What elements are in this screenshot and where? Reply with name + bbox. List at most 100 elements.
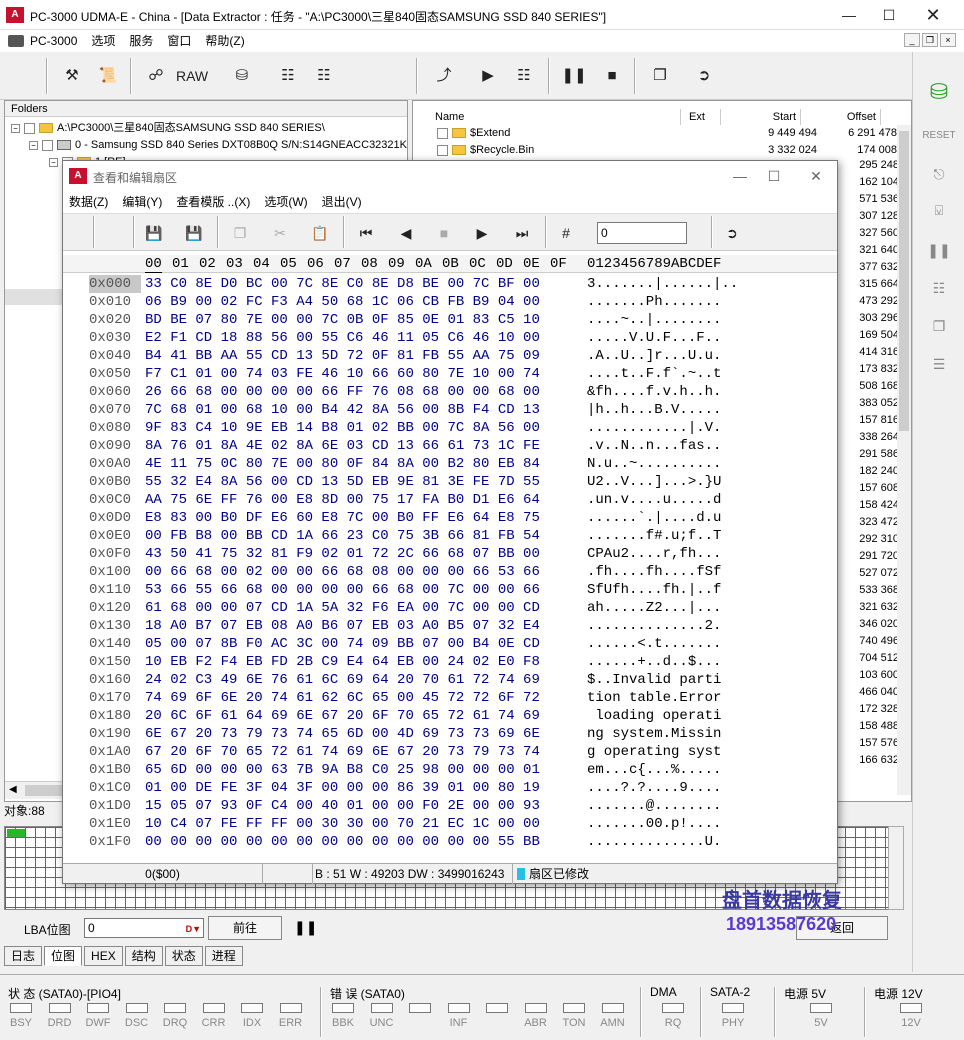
hex-row[interactable]: 0x0D0 E8 83 00 B0 DF E6 60 E8 7C 00 B0 FF…: [63, 509, 837, 527]
hex-bytes[interactable]: 06 B9 00 02 FC F3 A4 50 68 1C 06 CB FB B…: [145, 293, 540, 311]
hex-bytes[interactable]: 53 66 55 66 68 00 00 00 00 66 68 00 7C 0…: [145, 581, 540, 599]
hex-ascii[interactable]: .un.v....u.....d: [587, 491, 721, 509]
tab-structure[interactable]: 结构: [124, 946, 163, 966]
hex-bytes[interactable]: 6E 67 20 73 79 73 74 65 6D 00 4D 69 73 7…: [145, 725, 540, 743]
collapse-icon[interactable]: −: [11, 123, 20, 133]
hex-bytes[interactable]: 65 6D 00 00 00 63 7B 9A B8 C0 25 98 00 0…: [145, 761, 540, 779]
hex-row[interactable]: 0x0E0 00 FB B8 00 BB CD 1A 66 23 C0 75 3B…: [63, 527, 837, 545]
tree-structure-icon[interactable]: ☷: [274, 62, 302, 90]
save-sector-icon[interactable]: 💾: [141, 220, 167, 246]
hex-ascii[interactable]: ....~..|........: [587, 311, 721, 329]
exit-icon[interactable]: ➲: [690, 62, 718, 90]
hex-bytes[interactable]: 61 68 00 00 07 CD 1A 5A 32 F6 EA 00 7C 0…: [145, 599, 540, 617]
hex-ascii[interactable]: |h..h...B.V.....: [587, 401, 721, 419]
save-file-icon[interactable]: 💾: [181, 220, 207, 246]
first-sector-icon[interactable]: ⏮: [353, 220, 379, 246]
bars-icon[interactable]: ☰: [921, 350, 957, 378]
hex-bytes[interactable]: 00 66 68 00 02 00 00 66 68 08 00 00 00 6…: [145, 563, 540, 581]
tab-hex[interactable]: HEX: [84, 946, 123, 966]
play-icon[interactable]: ▶: [474, 62, 502, 90]
hex-ascii[interactable]: ng system.Missin: [587, 725, 721, 743]
hex-bytes[interactable]: 00 00 00 00 00 00 00 00 00 00 00 00 00 0…: [145, 833, 540, 851]
hex-bytes[interactable]: 18 A0 B7 07 EB 08 A0 B6 07 EB 03 A0 B5 0…: [145, 617, 540, 635]
copy-icon[interactable]: ❐: [921, 312, 957, 340]
hex-bytes[interactable]: 8A 76 01 8A 4E 02 8A 6E 03 CD 13 66 61 7…: [145, 437, 540, 455]
script-icon[interactable]: 📜: [94, 62, 122, 90]
hex-row[interactable]: 0x100 00 66 68 00 02 00 00 66 68 08 00 00…: [63, 563, 837, 581]
hex-ascii[interactable]: ah.....Z2...|...: [587, 599, 721, 617]
stop-icon[interactable]: ■: [431, 220, 457, 246]
hex-row[interactable]: 0x000 33 C0 8E D0 BC 00 7C 8E C0 8E D8 BE…: [63, 275, 837, 293]
hex-ascii[interactable]: g operating syst: [587, 743, 721, 761]
hex-row[interactable]: 0x110 53 66 55 66 68 00 00 00 00 66 68 00…: [63, 581, 837, 599]
hex-row[interactable]: 0x1A0 67 20 6F 70 65 72 61 74 69 6E 67 20…: [63, 743, 837, 761]
menu-view-template[interactable]: 查看模版 ..(X): [176, 191, 250, 213]
hex-bytes[interactable]: 7C 68 01 00 68 10 00 B4 42 8A 56 00 8B F…: [145, 401, 540, 419]
scroll-thumb[interactable]: [899, 131, 909, 431]
network-tree-icon[interactable]: ☷: [510, 62, 538, 90]
mdi-close-button[interactable]: ×: [940, 33, 956, 47]
pause-icon[interactable]: ❚❚: [921, 236, 957, 264]
dialog-close-button[interactable]: ✕: [793, 161, 839, 191]
file-checkbox[interactable]: [437, 144, 448, 156]
hex-bytes[interactable]: 15 05 07 93 0F C4 00 40 01 00 00 F0 2E 0…: [145, 797, 540, 815]
hex-row[interactable]: 0x040 B4 41 BB AA 55 CD 13 5D 72 0F 81 FB…: [63, 347, 837, 365]
column-name[interactable]: Name: [431, 109, 681, 125]
file-checkbox[interactable]: [437, 127, 448, 139]
cut-icon[interactable]: ✂: [267, 220, 293, 246]
hex-bytes[interactable]: 01 00 DE FE 3F 04 3F 00 00 00 86 39 01 0…: [145, 779, 540, 797]
hex-ascii[interactable]: ....?.?....9....: [587, 779, 721, 797]
goto-sector-icon[interactable]: #: [553, 220, 579, 246]
signal-icon[interactable]: ⍌: [921, 196, 957, 224]
hex-row[interactable]: 0x180 20 6C 6F 61 64 69 6E 67 20 6F 70 65…: [63, 707, 837, 725]
hex-ascii[interactable]: .......00.p!....: [587, 815, 721, 833]
database-icon[interactable]: ⛁: [921, 78, 957, 106]
hex-row[interactable]: 0x0B0 55 32 E4 8A 56 00 CD 13 5D EB 9E 81…: [63, 473, 837, 491]
hex-row[interactable]: 0x1C0 01 00 DE FE 3F 04 3F 00 00 00 86 39…: [63, 779, 837, 797]
hex-row[interactable]: 0x190 6E 67 20 73 79 73 74 65 6D 00 4D 69…: [63, 725, 837, 743]
hex-bytes[interactable]: 05 00 07 8B F0 AC 3C 00 74 09 BB 07 00 B…: [145, 635, 540, 653]
hex-ascii[interactable]: ......`.|....d.u: [587, 509, 721, 527]
hex-row[interactable]: 0x080 9F 83 C4 10 9E EB 14 B8 01 02 BB 00…: [63, 419, 837, 437]
hex-row[interactable]: 0x1E0 10 C4 07 FE FF FF 00 30 30 00 70 21…: [63, 815, 837, 833]
hex-ascii[interactable]: N.u..~..........: [587, 455, 721, 473]
dialog-maximize-button[interactable]: ☐: [751, 161, 797, 191]
tree-checkbox[interactable]: [42, 139, 53, 151]
hex-ascii[interactable]: .......@........: [587, 797, 721, 815]
hex-bytes[interactable]: 26 66 68 00 00 00 00 66 FF 76 08 68 00 0…: [145, 383, 540, 401]
hex-row[interactable]: 0x130 18 A0 B7 07 EB 08 A0 B6 07 EB 03 A0…: [63, 617, 837, 635]
mdi-restore-button[interactable]: ❐: [922, 33, 938, 47]
hex-ascii[interactable]: em...c{...%.....: [587, 761, 721, 779]
binoculars-icon[interactable]: ☍: [142, 62, 170, 90]
mdi-minimize-button[interactable]: _: [904, 33, 920, 47]
hex-row[interactable]: 0x140 05 00 07 8B F0 AC 3C 00 74 09 BB 07…: [63, 635, 837, 653]
hex-bytes[interactable]: 24 02 C3 49 6E 76 61 6C 69 64 20 70 61 7…: [145, 671, 540, 689]
hex-ascii[interactable]: U2..V...]...>.}U: [587, 473, 721, 491]
hex-bytes[interactable]: 10 EB F2 F4 EB FD 2B C9 E4 64 EB 00 24 0…: [145, 653, 540, 671]
hex-row[interactable]: 0x010 06 B9 00 02 FC F3 A4 50 68 1C 06 CB…: [63, 293, 837, 311]
hex-bytes[interactable]: 67 20 6F 70 65 72 61 74 69 6E 67 20 73 7…: [145, 743, 540, 761]
goto-button[interactable]: 前往: [208, 916, 282, 940]
file-row[interactable]: $Extend 9 449 494 6 291 478: [433, 125, 897, 142]
scroll-left-icon[interactable]: ◀: [9, 784, 17, 795]
column-ext[interactable]: Ext: [681, 109, 721, 125]
dropdown-icon[interactable]: D▼: [186, 920, 201, 938]
menu-pc3000[interactable]: PC-3000: [30, 30, 77, 52]
hex-bytes[interactable]: 10 C4 07 FE FF FF 00 30 30 00 70 21 EC 1…: [145, 815, 540, 833]
hex-row[interactable]: 0x070 7C 68 01 00 68 10 00 B4 42 8A 56 00…: [63, 401, 837, 419]
hex-row[interactable]: 0x150 10 EB F2 F4 EB FD 2B C9 E4 64 EB 00…: [63, 653, 837, 671]
hex-view[interactable]: 00 01 02 03 04 05 06 07 08 09 0A 0B 0C 0D 0E 0F 01234567…: [63, 251, 837, 857]
hex-ascii[interactable]: .fh....fh....fSf: [587, 563, 721, 581]
tab-status[interactable]: 状态: [164, 946, 203, 966]
hex-row[interactable]: 0x170 74 69 6F 6E 20 74 61 62 6C 65 00 45…: [63, 689, 837, 707]
hex-bytes[interactable]: B4 41 BB AA 55 CD 13 5D 72 0F 81 FB 55 A…: [145, 347, 540, 365]
hex-ascii[interactable]: ..............2.: [587, 617, 721, 635]
hex-bytes[interactable]: 20 6C 6F 61 64 69 6E 67 20 6F 70 65 72 6…: [145, 707, 540, 725]
hex-ascii[interactable]: loading operati: [587, 707, 721, 725]
reset-icon[interactable]: RESET: [921, 122, 957, 150]
hex-ascii[interactable]: .......Ph.......: [587, 293, 721, 311]
hex-row[interactable]: 0x060 26 66 68 00 00 00 00 66 FF 76 08 68…: [63, 383, 837, 401]
hex-row[interactable]: 0x1B0 65 6D 00 00 00 63 7B 9A B8 C0 25 98…: [63, 761, 837, 779]
hex-row[interactable]: 0x0F0 43 50 41 75 32 81 F9 02 01 72 2C 66…: [63, 545, 837, 563]
paste-icon[interactable]: 📋: [307, 220, 333, 246]
